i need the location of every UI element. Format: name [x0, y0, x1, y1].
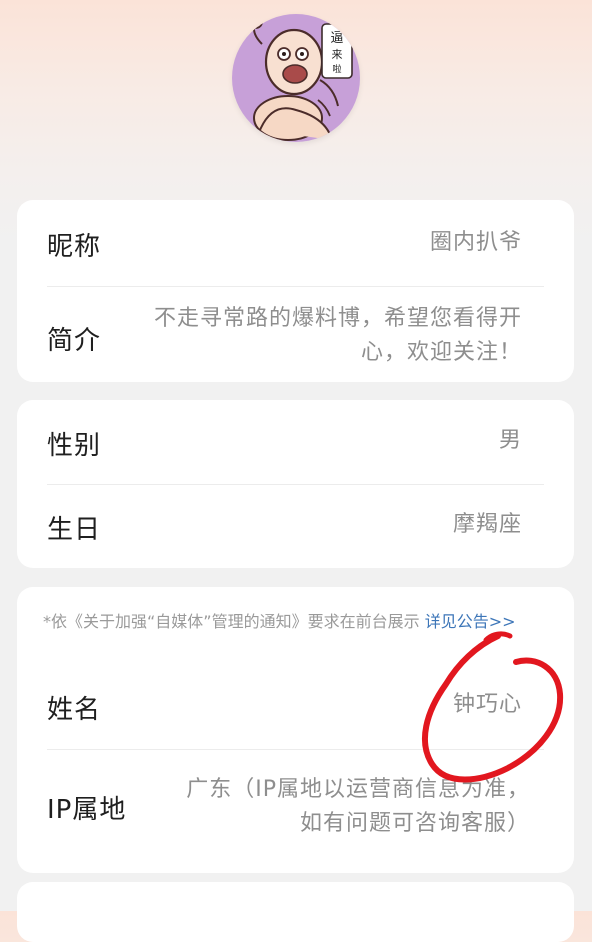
- birthday-value: 摩羯座: [452, 512, 522, 537]
- name-row: 姓名 钟巧心: [17, 663, 574, 749]
- personal-info-card: 性别 男 生日 摩羯座: [17, 400, 574, 568]
- notice-text: *依《关于加强“自媒体”管理的通知》要求在前台展示 详见公告>>: [43, 609, 549, 634]
- name-label: 姓名: [47, 695, 102, 725]
- intro-value: 不走寻常路的爆料博，希望您看得开 心，欢迎关注！: [154, 302, 522, 370]
- avatar[interactable]: 逼 来 啦: [232, 14, 360, 142]
- avatar-text-3: 啦: [332, 63, 341, 75]
- ip-label: IP属地: [47, 795, 127, 825]
- nickname-label: 昵称: [47, 232, 102, 262]
- intro-row[interactable]: 简介 不走寻常路的爆料博，希望您看得开 心，欢迎关注！: [17, 286, 574, 382]
- gender-row[interactable]: 性别 男: [17, 400, 574, 484]
- intro-line-1: 不走寻常路的爆料博，希望您看得开: [153, 306, 522, 331]
- birthday-label: 生日: [47, 515, 102, 545]
- nickname-value: 圈内扒爷: [429, 230, 522, 255]
- intro-line-2: 心，欢迎关注！: [360, 340, 522, 365]
- birthday-row[interactable]: 生日 摩羯座: [17, 484, 574, 568]
- verification-card: *依《关于加强“自媒体”管理的通知》要求在前台展示 详见公告>> 姓名 钟巧心 …: [17, 587, 574, 873]
- gender-value: 男: [498, 428, 522, 453]
- avatar-text-2: 来: [332, 48, 343, 61]
- ip-line-1: 广东（IP属地以运营商信息为准，: [186, 777, 530, 802]
- intro-label: 简介: [47, 326, 102, 356]
- name-value: 钟巧心: [452, 692, 522, 717]
- ip-line-2: 如有问题可咨询客服）: [299, 811, 530, 836]
- avatar-text-1: 逼: [330, 31, 343, 46]
- next-card: [17, 882, 574, 942]
- notice-link[interactable]: 详见公告>>: [425, 612, 516, 631]
- basic-info-card: 昵称 圈内扒爷 简介 不走寻常路的爆料博，希望您看得开 心，欢迎关注！: [17, 200, 574, 382]
- nickname-row[interactable]: 昵称 圈内扒爷: [17, 200, 574, 286]
- gender-label: 性别: [47, 431, 102, 461]
- ip-value: 广东（IP属地以运营商信息为准， 如有问题可咨询客服）: [186, 773, 530, 841]
- notice-body: *依《关于加强“自媒体”管理的通知》要求在前台展示: [43, 612, 420, 631]
- cartoon-avatar-icon: 逼 来 啦: [232, 14, 360, 142]
- ip-row: IP属地 广东（IP属地以运营商信息为准， 如有问题可咨询客服）: [17, 749, 574, 859]
